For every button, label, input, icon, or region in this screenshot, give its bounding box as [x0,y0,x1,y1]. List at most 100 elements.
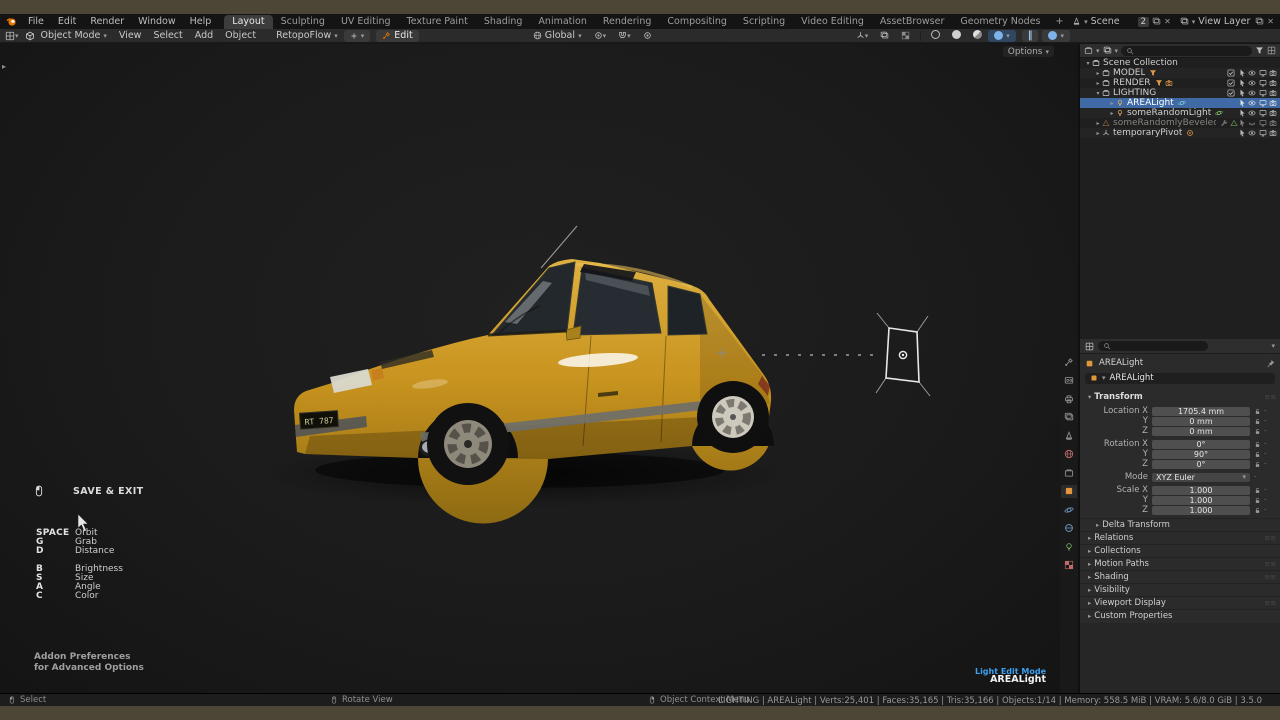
hide-viewport-toggle[interactable] [1248,119,1256,127]
disable-viewport-toggle[interactable] [1259,69,1267,77]
disable-viewport-toggle[interactable] [1259,109,1267,117]
hide-viewport-toggle[interactable] [1248,99,1256,107]
tab-object[interactable] [1061,484,1077,498]
section-visibility[interactable]: ▸ Visibility [1080,583,1280,596]
disable-render-toggle[interactable] [1269,109,1277,117]
tab-output[interactable] [1061,392,1077,405]
view-layer-browse-chevron[interactable]: ▾ [1192,18,1196,26]
menu-add[interactable]: Add [189,30,219,41]
workspace-tab-texture-paint[interactable]: Texture Paint [399,15,476,29]
animate-dot[interactable]: · [1264,496,1266,504]
location-y-input[interactable]: 0 mm [1152,416,1250,426]
disable-render-toggle[interactable] [1269,119,1277,127]
menu-render[interactable]: Render [83,16,131,27]
outliner-row-somerandomlight[interactable]: ▸ someRandomLight [1080,108,1280,118]
transform-orientation-dropdown[interactable]: Global ▾ [527,30,588,41]
lock-icon[interactable] [1254,451,1261,458]
lock-icon[interactable] [1254,507,1261,514]
animate-dot[interactable]: · [1264,506,1266,514]
menu-view[interactable]: View [113,30,148,41]
outliner-row-model[interactable]: ▸ MODEL [1080,68,1280,78]
gizmos-dropdown[interactable]: ▾ [850,30,875,41]
animate-dot[interactable]: · [1264,417,1266,425]
menu-window[interactable]: Window [131,16,182,27]
outliner-row-render[interactable]: ▸ RENDER [1080,78,1280,88]
retopoflow-dropdown[interactable]: RetopoFlow ▾ [270,30,344,41]
section-custom-properties[interactable]: ▸ Custom Properties [1080,609,1280,622]
workspace-tab-sculpting[interactable]: Sculpting [273,15,333,29]
properties-filter-icon[interactable] [1085,342,1094,351]
disable-viewport-toggle[interactable] [1259,79,1267,87]
collection-checkbox[interactable] [1227,89,1235,97]
outliner-display-chevron[interactable]: ▾ [1096,47,1100,55]
disable-viewport-toggle[interactable] [1259,119,1267,127]
menu-edit[interactable]: Edit [51,16,83,27]
transform-panel-header[interactable]: ▾ Transform ≡≡ [1080,390,1280,403]
remove-view-layer-icon[interactable]: ✕ [1267,17,1274,26]
disable-render-toggle[interactable] [1269,69,1277,77]
rotation-y-input[interactable]: 90° [1152,449,1250,459]
tab-texture[interactable] [1061,559,1077,572]
unlink-scene-icon[interactable]: ✕ [1164,17,1171,26]
animate-dot[interactable]: · [1264,407,1266,415]
location-z-input[interactable]: 0 mm [1152,426,1250,436]
rotation-mode-dropdown[interactable]: XYZ Euler ▾ [1152,472,1250,482]
new-view-layer-icon[interactable] [1255,17,1264,26]
animate-dot[interactable]: · [1264,460,1266,468]
scale-x-input[interactable]: 1.000 [1152,485,1250,495]
collection-checkbox[interactable] [1227,69,1235,77]
new-scene-icon[interactable] [1152,17,1161,26]
retopoflow-edit-button[interactable]: Edit [376,29,419,42]
outliner-row-somerandomlybeveledcube[interactable]: ▸ someRandomlyBeveledCube [1080,118,1280,128]
workspace-tab-uv-editing[interactable]: UV Editing [333,15,399,29]
disable-render-toggle[interactable] [1269,99,1277,107]
tab-view-layer[interactable] [1061,411,1077,424]
workspace-tab-shading[interactable]: Shading [476,15,531,29]
section-motion-paths[interactable]: ▸ Motion Paths ≡≡ [1080,557,1280,570]
selectable-toggle[interactable] [1238,109,1246,117]
viewport-3d[interactable]: Options ▾ ▸ RT 787 SAVE & EXIT SPACE Orb… [0,44,1078,693]
workspace-tab-rendering[interactable]: Rendering [595,15,660,29]
hide-viewport-toggle[interactable] [1248,79,1256,87]
mode-dropdown[interactable]: Object Mode ▾ [35,30,113,41]
disable-viewport-toggle[interactable] [1259,129,1267,137]
disable-viewport-toggle[interactable] [1259,99,1267,107]
retopoflow-tool-button[interactable]: ▾ [343,29,371,42]
add-workspace-button[interactable]: + [1049,16,1071,27]
disable-render-toggle[interactable] [1269,129,1277,137]
animate-dot[interactable]: · [1264,450,1266,458]
selectable-toggle[interactable] [1238,79,1246,87]
xray-toggle[interactable] [895,30,916,41]
tab-world[interactable] [1061,448,1077,461]
workspace-tab-assetbrowser[interactable]: AssetBrowser [872,15,952,29]
view-layer-icon[interactable] [1180,17,1189,26]
selectable-toggle[interactable] [1238,89,1246,97]
menu-help[interactable]: Help [183,16,219,27]
shading-rendered-button[interactable]: ▾ [988,29,1016,42]
tab-object-data[interactable] [1061,540,1077,553]
object-name-field[interactable]: ▾ AREALight [1085,372,1275,384]
rotation-x-input[interactable]: 0° [1152,439,1250,449]
workspace-tab-scripting[interactable]: Scripting [735,15,793,29]
outliner-filter-icon[interactable] [1103,46,1112,55]
outliner-row-lighting[interactable]: ▾ LIGHTING [1080,88,1280,98]
overlays-toggle[interactable] [874,30,895,41]
pivot-point-dropdown[interactable]: ▾ [588,30,613,41]
workspace-tab-animation[interactable]: Animation [530,15,594,29]
lock-icon[interactable] [1254,461,1261,468]
workspace-tab-video-editing[interactable]: Video Editing [793,15,872,29]
section-delta-transform[interactable]: ▸ Delta Transform [1080,518,1280,531]
outliner-display-mode-icon[interactable] [1084,46,1093,55]
render-preview-dropdown[interactable]: ▾ [1042,29,1070,42]
view-layer-name[interactable]: View Layer [1198,16,1252,27]
hide-viewport-toggle[interactable] [1248,69,1256,77]
editor-type-icon[interactable] [5,31,15,41]
hide-viewport-toggle[interactable] [1248,129,1256,137]
tab-render[interactable] [1061,374,1077,387]
animate-dot[interactable]: · [1264,486,1266,494]
disable-render-toggle[interactable] [1269,79,1277,87]
selectable-toggle[interactable] [1238,129,1246,137]
scene-name[interactable]: Scene [1091,16,1135,27]
hide-viewport-toggle[interactable] [1248,109,1256,117]
pin-icon[interactable] [1266,359,1275,368]
